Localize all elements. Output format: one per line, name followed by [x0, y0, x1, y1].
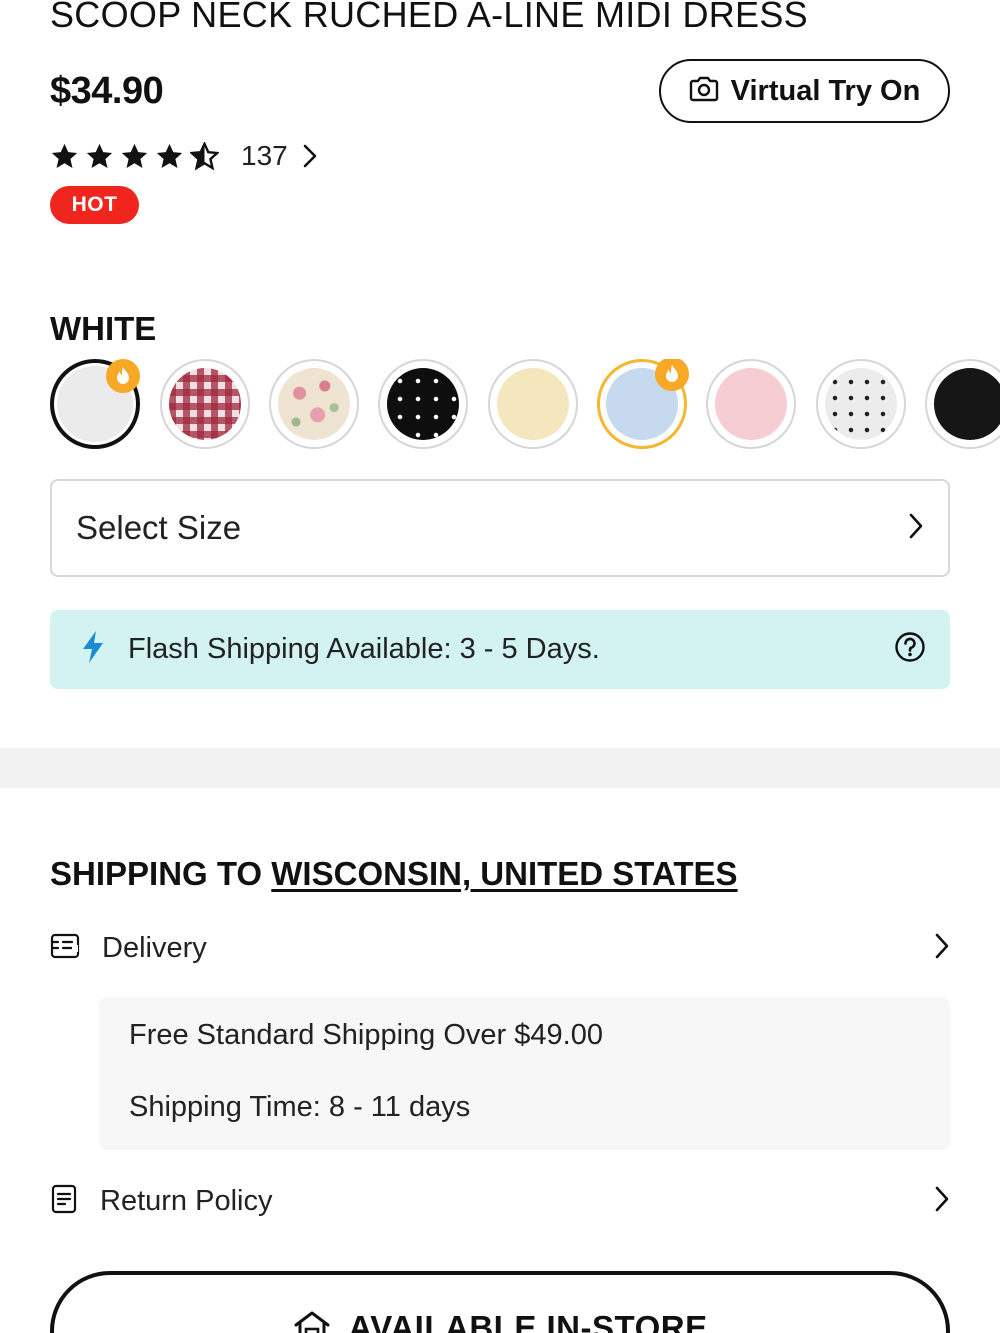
shipping-location-link[interactable]: WISCONSIN, UNITED STATES: [271, 855, 737, 892]
swatch-fill: [825, 368, 897, 440]
delivery-label: Delivery: [102, 931, 207, 964]
lightning-icon: [80, 630, 106, 669]
virtual-try-on-button[interactable]: Virtual Try On: [659, 59, 950, 123]
return-policy-label: Return Policy: [100, 1184, 273, 1217]
color-swatch-butter-yellow[interactable]: [488, 359, 578, 449]
color-swatch-floral[interactable]: [269, 359, 359, 449]
free-shipping-text: Free Standard Shipping Over $49.00: [129, 1019, 603, 1051]
shipping-heading: SHIPPING TO WISCONSIN, UNITED STATES: [50, 855, 738, 893]
chevron-right-icon: [908, 512, 924, 545]
swatch-fill: [934, 368, 1000, 440]
star-full-icon: [156, 143, 183, 168]
swatch-fill: [387, 368, 459, 440]
delivery-icon: [50, 933, 80, 964]
color-swatch-pink[interactable]: [706, 359, 796, 449]
store-icon: [292, 1309, 332, 1333]
delivery-row[interactable]: Delivery: [50, 923, 950, 973]
color-swatch-red-gingham[interactable]: [160, 359, 250, 449]
star-half-icon: [190, 141, 219, 170]
chevron-right-icon: [934, 932, 950, 965]
selected-color-label: WHITE: [50, 310, 157, 347]
review-count: 137: [241, 140, 288, 171]
swatch-fill: [497, 368, 569, 440]
flash-shipping-text: Flash Shipping Available: 3 - 5 Days.: [128, 633, 600, 665]
color-swatch-light-blue[interactable]: [597, 359, 689, 449]
star-full-icon: [86, 143, 113, 168]
return-policy-row[interactable]: Return Policy: [50, 1176, 950, 1226]
color-swatch-white[interactable]: [50, 359, 140, 449]
chevron-right-icon: [302, 143, 318, 169]
document-icon: [50, 1184, 78, 1219]
chevron-right-icon: [934, 1185, 950, 1218]
flash-shipping-banner: Flash Shipping Available: 3 - 5 Days.: [50, 610, 950, 689]
help-icon[interactable]: [894, 631, 926, 668]
swatch-fill: [278, 368, 350, 440]
available-in-store-button[interactable]: AVAILABLE IN-STORE: [50, 1271, 950, 1333]
product-title: SCOOP NECK RUCHED A-LINE MIDI DRESS: [50, 0, 808, 35]
virtual-try-on-label: Virtual Try On: [730, 74, 921, 107]
fire-icon: [655, 359, 689, 391]
color-swatch-list: [50, 359, 1000, 451]
section-divider: [0, 748, 1000, 788]
fire-icon: [106, 359, 140, 393]
star-full-icon: [121, 143, 148, 168]
color-swatch-black[interactable]: [925, 359, 1000, 449]
swatch-fill: [169, 368, 241, 440]
shipping-heading-prefix: SHIPPING TO: [50, 855, 263, 892]
star-full-icon: [51, 143, 78, 168]
select-size-button[interactable]: Select Size: [50, 479, 950, 577]
available-in-store-label: AVAILABLE IN-STORE: [348, 1309, 708, 1333]
product-price: $34.90: [50, 70, 164, 112]
shipping-time-text: Shipping Time: 8 - 11 days: [129, 1091, 471, 1123]
select-size-label: Select Size: [76, 509, 242, 546]
hot-badge: HOT: [50, 186, 139, 224]
star-rating: [50, 141, 219, 171]
camera-icon: [689, 76, 719, 107]
rating-summary[interactable]: 137: [50, 138, 318, 174]
delivery-details: Free Standard Shipping Over $49.00 Shipp…: [99, 997, 950, 1150]
swatch-fill: [715, 368, 787, 440]
color-swatch-black-polka-dot[interactable]: [378, 359, 468, 449]
color-swatch-white-black-dot[interactable]: [816, 359, 906, 449]
